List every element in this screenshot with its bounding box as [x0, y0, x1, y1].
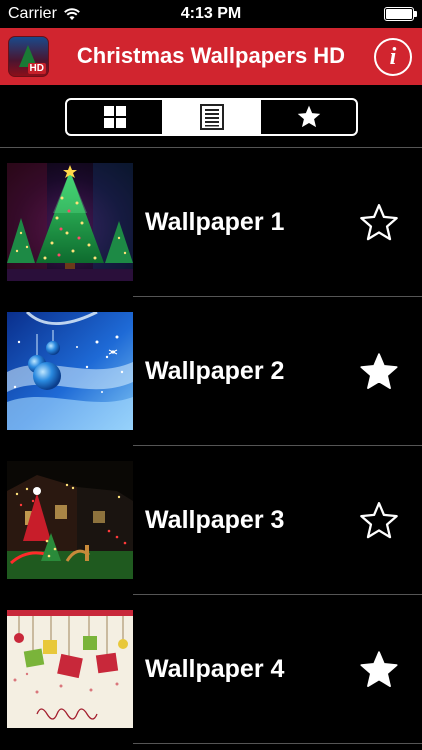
list-item[interactable]: Wallpaper 2	[0, 297, 422, 446]
wallpaper-thumbnail[interactable]	[7, 610, 133, 728]
info-icon: i	[389, 43, 397, 70]
wallpaper-title: Wallpaper 4	[145, 655, 285, 683]
favorite-toggle[interactable]	[358, 649, 400, 691]
star-filled-icon	[360, 353, 398, 389]
wallpaper-title: Wallpaper 2	[145, 357, 285, 385]
star-icon	[297, 105, 320, 128]
tab-favorites[interactable]	[259, 100, 356, 134]
wallpaper-list: Wallpaper 1 Wallpaper 2 Wallpaper 3 Wall…	[0, 148, 422, 744]
wallpaper-title: Wallpaper 3	[145, 506, 285, 534]
list-item[interactable]: Wallpaper 4	[0, 595, 422, 744]
favorite-toggle[interactable]	[358, 500, 400, 542]
row-divider	[133, 743, 422, 744]
favorite-toggle[interactable]	[358, 202, 400, 244]
wallpaper-title: Wallpaper 1	[145, 208, 285, 236]
star-outline-icon	[360, 204, 398, 241]
status-time: 4:13 PM	[180, 5, 242, 22]
tab-list[interactable]	[162, 100, 259, 134]
list-icon	[199, 104, 224, 130]
wallpaper-thumbnail[interactable]	[7, 312, 133, 430]
favorite-toggle[interactable]	[358, 351, 400, 393]
grid-icon	[103, 106, 126, 128]
wallpaper-thumbnail[interactable]	[7, 461, 133, 579]
title-bar: HD Christmas Wallpapers HD i	[0, 28, 422, 85]
page-title: Christmas Wallpapers HD	[76, 43, 346, 68]
battery-icon	[384, 7, 417, 21]
star-outline-icon	[360, 502, 398, 539]
list-item[interactable]: Wallpaper 1	[0, 148, 422, 297]
star-filled-icon	[360, 651, 398, 687]
info-button[interactable]: i	[374, 38, 412, 76]
tab-grid[interactable]	[67, 100, 162, 134]
view-mode-segmented-control	[65, 98, 358, 136]
wallpaper-thumbnail[interactable]	[7, 163, 133, 281]
list-item[interactable]: Wallpaper 3	[0, 446, 422, 595]
status-bar: Carrier 4:13 PM	[0, 0, 422, 28]
